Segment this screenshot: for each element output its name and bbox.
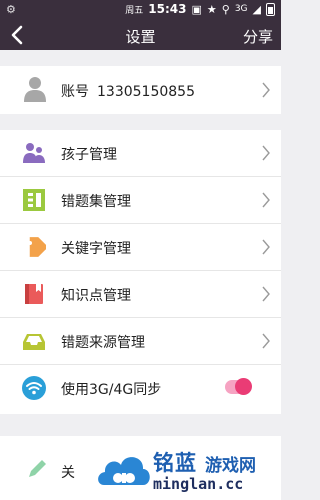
menu-item-label: 孩子管理 <box>61 147 117 163</box>
watermark-brand: 铭蓝 <box>153 451 197 475</box>
menu-item-label: 知识点管理 <box>61 288 131 304</box>
chevron-right-icon <box>262 333 270 349</box>
page-title: 设置 <box>125 28 156 46</box>
key-icon: ⚲ <box>221 2 230 16</box>
chevron-right-icon <box>262 145 270 161</box>
pencil-icon <box>29 460 46 477</box>
status-weekday: 周五 <box>125 5 144 16</box>
menu-item-label: 使用3G/4G同步 <box>61 382 162 398</box>
wrong-set-icon <box>23 189 45 211</box>
settings-menu: 孩子管理 错题集管理 关键字管理 知识点管理 错题来源管理 使用3G/4G同步 <box>0 130 281 414</box>
title-bar: 设置 分享 <box>0 20 281 50</box>
account-label: 账号 <box>61 84 89 100</box>
chevron-right-icon <box>262 82 270 98</box>
cloud-logo-icon <box>98 457 150 485</box>
notification-icon: ⚙ <box>6 3 16 16</box>
tray-icon <box>23 334 45 350</box>
watermark-url: minglan.cc <box>153 475 244 493</box>
star-icon: ★ <box>206 2 217 16</box>
status-indicators: 周五 15:43 ▣ ★ ⚲ 3G ◢ <box>125 2 275 16</box>
cast-icon: ▣ <box>191 2 202 16</box>
toggle-knob <box>235 378 252 395</box>
chevron-right-icon <box>262 239 270 255</box>
share-button[interactable]: 分享 <box>243 26 273 47</box>
battery-icon <box>266 2 275 16</box>
status-bar: ⚙ 周五 15:43 ▣ ★ ⚲ 3G ◢ <box>0 0 281 20</box>
mobile-sync-toggle[interactable] <box>225 378 252 395</box>
about-label: 关 <box>61 465 75 481</box>
menu-item-mobile-sync: 使用3G/4G同步 <box>0 365 281 412</box>
wifi-icon <box>22 376 46 400</box>
network-type: 3G <box>234 4 248 14</box>
menu-item-label: 关键字管理 <box>61 241 131 257</box>
account-phone: 13305150855 <box>97 84 195 100</box>
menu-item-sources[interactable]: 错题来源管理 <box>0 318 281 365</box>
chevron-right-icon <box>262 286 270 302</box>
status-time: 15:43 <box>148 2 187 16</box>
watermark: 铭蓝 游戏网 minglan.cc <box>96 441 281 500</box>
menu-item-label: 错题集管理 <box>61 194 131 210</box>
account-label-group: 账号 13305150855 <box>61 81 195 101</box>
tag-icon <box>28 237 46 257</box>
menu-item-label: 错题来源管理 <box>61 335 145 351</box>
chevron-right-icon <box>262 192 270 208</box>
children-icon <box>23 143 45 163</box>
menu-item-children[interactable]: 孩子管理 <box>0 130 281 177</box>
menu-item-wrong-set[interactable]: 错题集管理 <box>0 177 281 224</box>
account-row[interactable]: 账号 13305150855 <box>0 66 281 114</box>
book-icon <box>25 284 43 304</box>
avatar-icon <box>24 77 46 102</box>
menu-item-knowledge[interactable]: 知识点管理 <box>0 271 281 318</box>
menu-item-keywords[interactable]: 关键字管理 <box>0 224 281 271</box>
watermark-sub: 游戏网 <box>205 456 256 476</box>
signal-icon: ◢ <box>252 2 261 16</box>
